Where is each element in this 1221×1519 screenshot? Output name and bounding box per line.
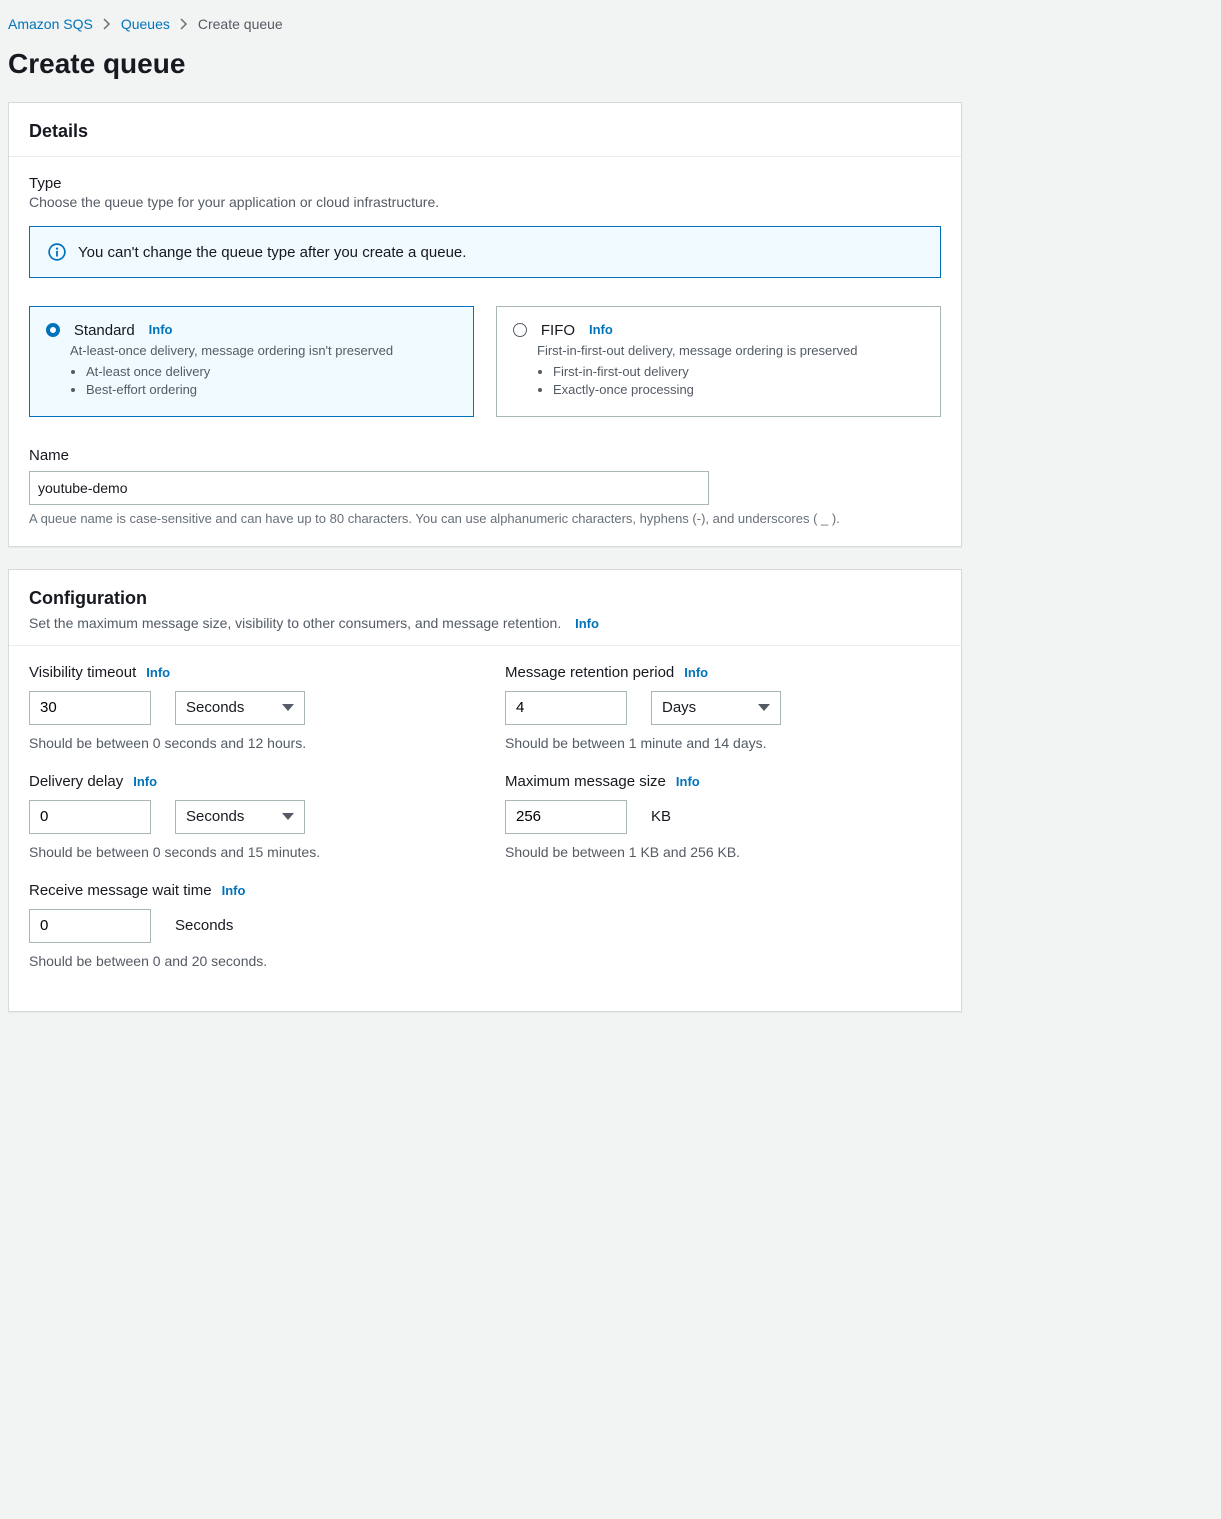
- maxsize-input[interactable]: [505, 800, 627, 834]
- alert-message: You can't change the queue type after yo…: [78, 244, 466, 261]
- type-desc: Choose the queue type for your applicati…: [29, 194, 941, 210]
- standard-info-link[interactable]: Info: [149, 322, 173, 337]
- retention-hint: Should be between 1 minute and 14 days.: [505, 735, 941, 751]
- retention-unit-value: Days: [662, 699, 696, 716]
- standard-bullet: At-least once delivery: [86, 364, 457, 379]
- maxsize-info-link[interactable]: Info: [676, 774, 700, 789]
- fifo-info-link[interactable]: Info: [589, 322, 613, 337]
- name-hint: A queue name is case-sensitive and can h…: [29, 511, 941, 526]
- delay-input[interactable]: [29, 800, 151, 834]
- visibility-unit-select[interactable]: Seconds: [175, 691, 305, 725]
- details-heading: Details: [29, 121, 941, 142]
- fifo-bullet: First-in-first-out delivery: [553, 364, 924, 379]
- queue-name-input[interactable]: [29, 471, 709, 505]
- name-label: Name: [29, 447, 941, 464]
- delay-label: Delivery delay: [29, 773, 123, 790]
- config-heading: Configuration: [29, 588, 941, 609]
- retention-input[interactable]: [505, 691, 627, 725]
- config-sub: Set the maximum message size, visibility…: [29, 615, 561, 631]
- standard-sub: At-least-once delivery, message ordering…: [70, 343, 457, 358]
- delay-unit-value: Seconds: [186, 808, 244, 825]
- queue-type-fifo[interactable]: FIFO Info First-in-first-out delivery, m…: [496, 306, 941, 417]
- maxsize-label: Maximum message size: [505, 773, 666, 790]
- fifo-bullet: Exactly-once processing: [553, 382, 924, 397]
- retention-label: Message retention period: [505, 664, 674, 681]
- retention-unit-select[interactable]: Days: [651, 691, 781, 725]
- receive-wait-hint: Should be between 0 and 20 seconds.: [29, 953, 465, 969]
- type-label: Type: [29, 175, 941, 192]
- standard-title: Standard: [74, 322, 135, 339]
- receive-wait-label: Receive message wait time: [29, 882, 212, 899]
- visibility-unit-value: Seconds: [186, 699, 244, 716]
- breadcrumb-root[interactable]: Amazon SQS: [8, 16, 93, 32]
- page-title: Create queue: [8, 48, 962, 80]
- visibility-hint: Should be between 0 seconds and 12 hours…: [29, 735, 465, 751]
- delay-info-link[interactable]: Info: [133, 774, 157, 789]
- visibility-label: Visibility timeout: [29, 664, 136, 681]
- breadcrumb-queues[interactable]: Queues: [121, 16, 170, 32]
- delay-hint: Should be between 0 seconds and 15 minut…: [29, 844, 465, 860]
- standard-bullet: Best-effort ordering: [86, 382, 457, 397]
- details-panel: Details Type Choose the queue type for y…: [8, 102, 962, 547]
- configuration-panel: Configuration Set the maximum message si…: [8, 569, 962, 1012]
- retention-info-link[interactable]: Info: [684, 665, 708, 680]
- caret-down-icon: [282, 704, 294, 711]
- breadcrumb: Amazon SQS Queues Create queue: [8, 12, 962, 38]
- receive-wait-info-link[interactable]: Info: [222, 883, 246, 898]
- chevron-right-icon: [103, 18, 111, 30]
- receive-wait-unit: Seconds: [175, 917, 233, 934]
- caret-down-icon: [282, 813, 294, 820]
- maxsize-hint: Should be between 1 KB and 256 KB.: [505, 844, 941, 860]
- visibility-input[interactable]: [29, 691, 151, 725]
- radio-unselected-icon: [513, 323, 527, 337]
- caret-down-icon: [758, 704, 770, 711]
- breadcrumb-current: Create queue: [198, 16, 283, 32]
- delay-unit-select[interactable]: Seconds: [175, 800, 305, 834]
- visibility-info-link[interactable]: Info: [146, 665, 170, 680]
- radio-selected-icon: [46, 323, 60, 337]
- receive-wait-input[interactable]: [29, 909, 151, 943]
- queue-type-standard[interactable]: Standard Info At-least-once delivery, me…: [29, 306, 474, 417]
- chevron-right-icon: [180, 18, 188, 30]
- fifo-title: FIFO: [541, 322, 575, 339]
- type-alert: You can't change the queue type after yo…: [29, 226, 941, 278]
- fifo-sub: First-in-first-out delivery, message ord…: [537, 343, 924, 358]
- config-info-link[interactable]: Info: [575, 616, 599, 631]
- info-icon: [48, 243, 66, 261]
- maxsize-unit: KB: [651, 808, 671, 825]
